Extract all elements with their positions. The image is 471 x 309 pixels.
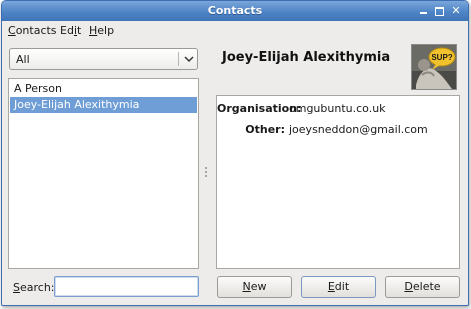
search-input[interactable] xyxy=(54,276,199,297)
contact-name: Joey-Elijah Alexithymia xyxy=(14,98,140,111)
menu-bar: Contacts Edit Help xyxy=(2,21,468,41)
title-bar[interactable]: Contacts ✕ xyxy=(2,1,468,21)
other-label: Other: xyxy=(245,123,285,136)
contact-list[interactable]: A Person Joey-Elijah Alexithymia xyxy=(8,78,199,269)
list-item-selected[interactable]: Joey-Elijah Alexithymia xyxy=(10,97,197,113)
group-filter-combo[interactable]: All xyxy=(9,48,198,70)
close-icon[interactable]: ✕ xyxy=(449,4,463,18)
new-button[interactable]: New xyxy=(217,276,292,298)
contact-avatar[interactable]: SUP? xyxy=(411,44,457,90)
menu-contacts[interactable]: Contacts xyxy=(8,24,57,37)
other-value: joeysneddon@gmail.com xyxy=(289,123,428,136)
contact-details-panel: Organisation: omgubuntu.co.uk Other: joe… xyxy=(216,95,460,269)
delete-button[interactable]: Delete xyxy=(385,276,460,298)
organisation-label: Organisation: xyxy=(217,102,302,115)
group-filter-value: All xyxy=(16,53,30,66)
menu-edit-label-start: Ed xyxy=(60,24,74,37)
avatar-speech-text: SUP? xyxy=(431,53,452,62)
menu-help-label: elp xyxy=(97,24,115,37)
window-title: Contacts xyxy=(207,4,263,17)
maximize-icon[interactable] xyxy=(432,4,446,18)
edit-button[interactable]: Edit xyxy=(301,276,376,298)
contact-name: A Person xyxy=(14,82,62,95)
chevron-down-icon[interactable] xyxy=(182,51,196,67)
menu-contacts-label: ontacts xyxy=(15,24,57,37)
pane-grip-icon[interactable] xyxy=(205,167,209,179)
organisation-value: omgubuntu.co.uk xyxy=(289,102,386,115)
new-button-label: ew xyxy=(250,280,267,293)
menu-edit[interactable]: Edit xyxy=(60,24,81,37)
search-label-text: earch: xyxy=(19,281,55,294)
menu-edit-label-end: t xyxy=(77,24,82,37)
search-label: Search: xyxy=(13,281,55,294)
minimize-icon[interactable] xyxy=(416,4,430,18)
search-label-mnemonic: S xyxy=(13,281,20,294)
avatar-image: SUP? xyxy=(412,45,456,89)
delete-button-mnemonic: D xyxy=(404,280,413,293)
contact-name-heading: Joey-Elijah Alexithymia xyxy=(222,50,391,65)
edit-button-mnemonic: E xyxy=(327,280,335,293)
new-button-mnemonic: N xyxy=(242,280,251,293)
combo-separator xyxy=(178,52,179,66)
contacts-window: Contacts ✕ Contacts Edit Help All A Pers… xyxy=(1,0,469,306)
list-item[interactable]: A Person xyxy=(10,81,197,97)
menu-help[interactable]: Help xyxy=(89,24,114,37)
menu-contacts-mnemonic: C xyxy=(8,24,16,37)
delete-button-label: elete xyxy=(412,280,441,293)
edit-button-label: dit xyxy=(334,280,350,293)
